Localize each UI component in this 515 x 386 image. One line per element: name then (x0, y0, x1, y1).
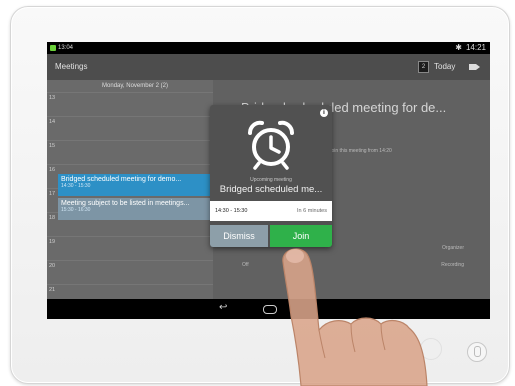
hour-label: 15 (49, 143, 56, 149)
recording-value: Off (242, 262, 249, 268)
hour-row: 13 (47, 92, 213, 101)
join-info-text: Join this meeting from 14:20 (329, 148, 392, 154)
hour-row: 19 (47, 236, 213, 245)
bluetooth-icon: ✱ (455, 43, 462, 52)
hour-label: 16 (49, 167, 56, 173)
hour-label: 20 (49, 263, 56, 269)
event-time: 15:30 - 16:30 (61, 207, 91, 213)
calendar-event[interactable]: Meeting subject to be listed in meetings… (58, 198, 210, 220)
event-title: Bridged scheduled meeting for demo... (61, 176, 182, 183)
hour-label: 19 (49, 239, 56, 245)
hour-label: 13 (49, 95, 56, 101)
meeting-starts-in: In 6 minutes (297, 208, 327, 214)
mute-button-icon[interactable] (467, 342, 487, 362)
calendar-event[interactable]: Bridged scheduled meeting for demo... 14… (58, 174, 210, 196)
calendar-day-view[interactable]: Monday, November 2 (2) 13 14 15 16 17 18… (47, 80, 213, 299)
calendar-date-header: Monday, November 2 (2) (102, 83, 168, 89)
app-bar: Meetings 2 Today (47, 54, 490, 80)
hour-label: 17 (49, 191, 56, 197)
page-title: Meetings (55, 62, 88, 71)
video-camera-icon[interactable] (469, 64, 480, 70)
recording-label: Recording (441, 262, 464, 268)
event-time: 14:30 - 15:30 (61, 183, 91, 189)
hour-row: 14 (47, 116, 213, 125)
dialog-subtitle: Upcoming meeting (250, 177, 292, 183)
hour-row: 15 (47, 140, 213, 149)
alarm-clock-icon (248, 120, 294, 170)
info-icon[interactable]: i (320, 109, 328, 117)
battery-icon (50, 45, 56, 51)
meeting-time-range: 14:30 - 15:30 (215, 208, 248, 214)
meeting-time-bar: 14:30 - 15:30 In 6 minutes (210, 201, 332, 221)
hour-label: 14 (49, 119, 56, 125)
hour-row: 16 (47, 164, 213, 173)
today-button[interactable]: Today (434, 62, 455, 71)
hour-label: 18 (49, 215, 56, 221)
status-left-text: 13:04 (58, 45, 74, 51)
status-bar: 13:04 ✱ 14:21 (47, 42, 490, 54)
hour-row: 21 (47, 284, 213, 293)
calendar-icon[interactable]: 2 (418, 61, 429, 73)
pointing-hand-illustration (282, 248, 428, 386)
hour-label: 21 (49, 287, 56, 293)
status-time: 14:21 (465, 43, 486, 52)
meeting-reminder-dialog: i Upcoming meeting Bridged scheduled me.… (210, 105, 332, 247)
event-title: Meeting subject to be listed in meetings… (61, 200, 190, 207)
dialog-meeting-name: Bridged scheduled me... (219, 184, 323, 195)
back-icon[interactable]: ↩ (219, 302, 227, 313)
hour-row: 20 (47, 260, 213, 269)
organizer-label: Organizer (442, 245, 464, 251)
